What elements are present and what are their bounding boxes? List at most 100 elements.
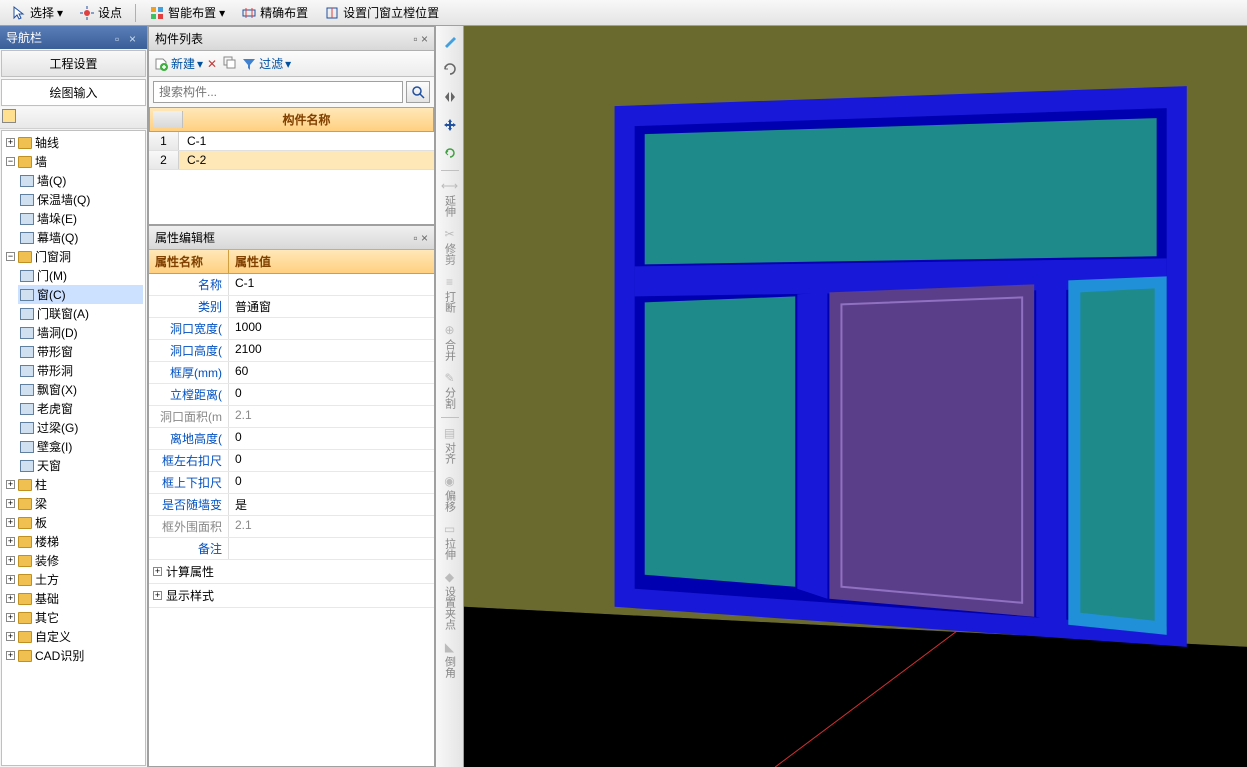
vtool-split[interactable]: ✎分割 <box>439 369 461 411</box>
property-value[interactable]: 0 <box>229 428 434 449</box>
table-row[interactable]: 2 C-2 <box>149 151 434 170</box>
tree-node-slab[interactable]: +板 <box>4 513 143 532</box>
property-row[interactable]: 洞口面积(m2.1 <box>149 406 434 428</box>
set-window-pos-button[interactable]: 设置门窗立樘位置 <box>317 1 446 24</box>
tree-node-earthwork[interactable]: +土方 <box>4 570 143 589</box>
search-input[interactable] <box>153 81 403 103</box>
property-row[interactable]: 立樘距离(0 <box>149 384 434 406</box>
property-row[interactable]: 备注 <box>149 538 434 560</box>
tree-item-door[interactable]: 门(M) <box>18 266 143 285</box>
search-button[interactable] <box>406 81 430 103</box>
tree-node-beam[interactable]: +梁 <box>4 494 143 513</box>
tree-item-insul-wall[interactable]: 保温墙(Q) <box>18 190 143 209</box>
property-row[interactable]: 框上下扣尺0 <box>149 472 434 494</box>
property-name: 类别 <box>149 296 229 317</box>
nav-tree[interactable]: +轴线 −墙 墙(Q) 保温墙(Q) 墙垛(E) 幕墙(Q) −门窗洞 门(M)… <box>1 130 146 766</box>
delete-icon[interactable]: ✕ <box>207 57 217 71</box>
rotate-icon <box>442 61 458 77</box>
property-row[interactable]: 是否随墙变是 <box>149 494 434 516</box>
pin-icon[interactable]: ▫ <box>115 32 127 44</box>
property-value[interactable]: 0 <box>229 384 434 405</box>
vtool-undo[interactable] <box>439 142 461 164</box>
wall-icon <box>20 175 34 187</box>
property-value[interactable]: 2.1 <box>229 516 434 537</box>
property-value[interactable]: 0 <box>229 472 434 493</box>
copy-icon[interactable] <box>221 54 237 73</box>
vtool-extend[interactable]: ⟷延伸 <box>439 177 461 219</box>
property-row[interactable]: 框左右扣尺0 <box>149 450 434 472</box>
property-value[interactable]: 60 <box>229 362 434 383</box>
tree-node-column[interactable]: +柱 <box>4 475 143 494</box>
tree-item-lintel[interactable]: 过梁(G) <box>18 418 143 437</box>
property-value[interactable]: 2.1 <box>229 406 434 427</box>
prop-group-calc[interactable]: +计算属性 <box>149 560 434 584</box>
tree-item-strip-hole[interactable]: 带形洞 <box>18 361 143 380</box>
tree-item-strip-window[interactable]: 带形窗 <box>18 342 143 361</box>
smart-layout-button[interactable]: 智能布置 ▾ <box>142 1 232 24</box>
pin-icon[interactable]: ▫ <box>413 231 417 245</box>
vtool-trim[interactable]: ✂修剪 <box>439 225 461 267</box>
setpoint-button[interactable]: 设点 <box>72 1 129 24</box>
tree-node-foundation[interactable]: +基础 <box>4 589 143 608</box>
tree-item-wall-q[interactable]: 墙(Q) <box>18 171 143 190</box>
vtool-align[interactable]: ▤对齐 <box>439 424 461 466</box>
vtool-merge[interactable]: ⊕合并 <box>439 321 461 363</box>
select-button[interactable]: 选择 ▾ <box>4 1 70 24</box>
close-icon[interactable]: × <box>129 32 141 44</box>
vtool-move[interactable] <box>439 114 461 136</box>
vtool-brush[interactable] <box>439 30 461 52</box>
tree-node-stair[interactable]: +楼梯 <box>4 532 143 551</box>
property-row[interactable]: 洞口宽度(1000 <box>149 318 434 340</box>
tree-item-window[interactable]: 窗(C) <box>18 285 143 304</box>
close-icon[interactable]: × <box>421 231 428 245</box>
tree-item-door-window[interactable]: 门联窗(A) <box>18 304 143 323</box>
property-value[interactable]: 0 <box>229 450 434 471</box>
tree-item-wall-hole[interactable]: 墙洞(D) <box>18 323 143 342</box>
property-row[interactable]: 名称C-1 <box>149 274 434 296</box>
property-value[interactable]: 1000 <box>229 318 434 339</box>
tree-item-wall-duo[interactable]: 墙垛(E) <box>18 209 143 228</box>
tree-node-opening[interactable]: −门窗洞 <box>4 247 143 266</box>
folder-icon <box>18 574 32 586</box>
property-value[interactable]: 是 <box>229 494 434 515</box>
tree-node-axis[interactable]: +轴线 <box>4 133 143 152</box>
property-value[interactable]: C-1 <box>229 274 434 295</box>
table-row[interactable]: 1 C-1 <box>149 132 434 151</box>
property-row[interactable]: 洞口高度(2100 <box>149 340 434 362</box>
property-row[interactable]: 类别普通窗 <box>149 296 434 318</box>
tree-item-curtain-wall[interactable]: 幕墙(Q) <box>18 228 143 247</box>
vtool-mirror[interactable] <box>439 86 461 108</box>
tree-item-niche[interactable]: 壁龛(I) <box>18 437 143 456</box>
pin-icon[interactable]: ▫ <box>413 32 417 46</box>
property-row[interactable]: 框外围面积2.1 <box>149 516 434 538</box>
tree-node-other[interactable]: +其它 <box>4 608 143 627</box>
tree-node-cad[interactable]: +CAD识别 <box>4 646 143 665</box>
filter-button[interactable]: 过滤 ▾ <box>241 55 291 72</box>
vtool-rotate[interactable] <box>439 58 461 80</box>
tree-node-custom[interactable]: +自定义 <box>4 627 143 646</box>
tree-item-bay-window[interactable]: 飘窗(X) <box>18 380 143 399</box>
property-value[interactable]: 2100 <box>229 340 434 361</box>
layer-toggle-icon[interactable] <box>2 109 16 123</box>
tree-item-skylight[interactable]: 天窗 <box>18 456 143 475</box>
property-row[interactable]: 离地高度(0 <box>149 428 434 450</box>
vtool-grip[interactable]: ◆设置夹点 <box>439 568 461 632</box>
tree-node-decoration[interactable]: +装修 <box>4 551 143 570</box>
property-value[interactable] <box>229 538 434 559</box>
tree-node-wall[interactable]: −墙 <box>4 152 143 171</box>
vtool-break[interactable]: ≡打断 <box>439 273 461 315</box>
vtool-offset[interactable]: ◉偏移 <box>439 472 461 514</box>
prop-group-display[interactable]: +显示样式 <box>149 584 434 608</box>
tab-draw-input[interactable]: 绘图输入 <box>1 79 146 106</box>
precise-layout-button[interactable]: 精确布置 <box>234 1 315 24</box>
tab-project-settings[interactable]: 工程设置 <box>1 50 146 77</box>
tree-item-dormer[interactable]: 老虎窗 <box>18 399 143 418</box>
property-name: 备注 <box>149 538 229 559</box>
3d-viewport[interactable] <box>464 26 1247 767</box>
property-value[interactable]: 普通窗 <box>229 296 434 317</box>
close-icon[interactable]: × <box>421 32 428 46</box>
vtool-chamfer[interactable]: ◣倒角 <box>439 638 461 680</box>
vtool-stretch[interactable]: ▭拉伸 <box>439 520 461 562</box>
new-component-button[interactable]: 新建 ▾ <box>153 55 203 72</box>
property-row[interactable]: 框厚(mm)60 <box>149 362 434 384</box>
